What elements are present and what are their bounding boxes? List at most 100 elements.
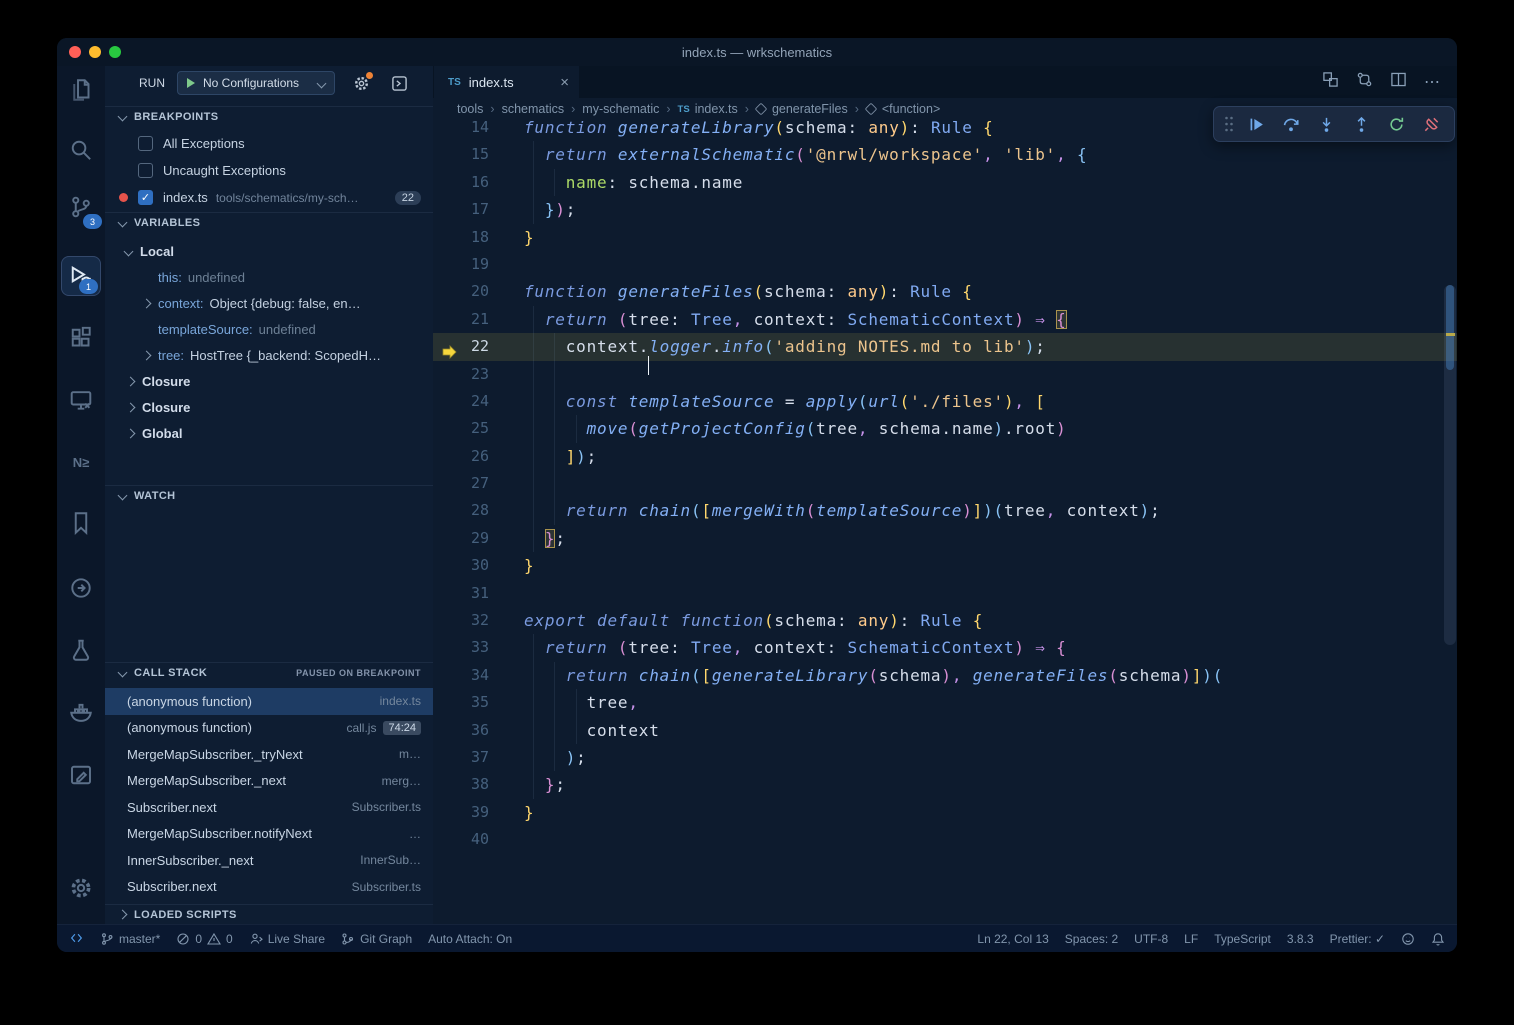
- split-editor-icon[interactable]: [1390, 71, 1407, 93]
- nx-console-icon[interactable]: N≥: [57, 438, 105, 486]
- variable-row[interactable]: this:undefined: [105, 264, 433, 290]
- variable-row[interactable]: context:Object {debug: false, en…: [105, 290, 433, 316]
- bookmarks-icon[interactable]: [57, 499, 105, 547]
- cursor-position-status[interactable]: Ln 22, Col 13: [977, 932, 1048, 946]
- start-debug-icon[interactable]: [187, 78, 195, 88]
- close-window-button[interactable]: [69, 46, 81, 58]
- call-stack-frame[interactable]: Subscriber.nextSubscriber.ts: [105, 874, 433, 901]
- test-beaker-icon[interactable]: [57, 626, 105, 674]
- language-mode-status[interactable]: TypeScript: [1214, 932, 1271, 946]
- code-line[interactable]: 33 return (tree: Tree, context: Schemati…: [433, 634, 1457, 661]
- code-line[interactable]: 19: [433, 251, 1457, 278]
- loaded-scripts-section-header[interactable]: LOADED SCRIPTS: [105, 904, 433, 924]
- remote-indicator[interactable]: [69, 931, 84, 946]
- toolbar-drag-handle[interactable]: [1221, 109, 1237, 139]
- breadcrumb-item-tools[interactable]: tools: [457, 102, 483, 116]
- step-out-button[interactable]: [1345, 109, 1377, 139]
- code-line[interactable]: 23: [433, 361, 1457, 388]
- explorer-icon[interactable]: [57, 66, 105, 114]
- variable-row[interactable]: tree:HostTree {_backend: ScopedH…: [105, 342, 433, 368]
- minimize-window-button[interactable]: [89, 46, 101, 58]
- breakpoint-row[interactable]: Uncaught Exceptions: [105, 157, 433, 184]
- call-stack-section-header[interactable]: CALL STACK PAUSED ON BREAKPOINT: [105, 662, 433, 682]
- breakpoint-row[interactable]: All Exceptions: [105, 130, 433, 157]
- code-line[interactable]: 40: [433, 826, 1457, 853]
- git-branch-status[interactable]: master*: [100, 932, 160, 946]
- breakpoints-section-header[interactable]: BREAKPOINTS: [105, 106, 433, 126]
- code-line[interactable]: 34 return chain([generateLibrary(schema)…: [433, 662, 1457, 689]
- remote-explorer-icon[interactable]: [57, 376, 105, 424]
- breakpoint-checkbox[interactable]: [138, 136, 153, 151]
- source-control-icon[interactable]: 3: [57, 183, 105, 231]
- eol-status[interactable]: LF: [1184, 932, 1198, 946]
- watch-section-header[interactable]: WATCH: [105, 485, 433, 505]
- breakpoint-checkbox[interactable]: ✓: [138, 190, 153, 205]
- call-stack-frame[interactable]: InnerSubscriber._nextInnerSub…: [105, 847, 433, 874]
- code-line[interactable]: 32export default function(schema: any): …: [433, 607, 1457, 634]
- scope-row[interactable]: Global: [105, 420, 433, 446]
- code-line[interactable]: 36 context: [433, 717, 1457, 744]
- breadcrumb-item-my-schematic[interactable]: my-schematic: [582, 102, 659, 116]
- code-line[interactable]: 25 move(getProjectConfig(tree, schema.na…: [433, 415, 1457, 442]
- call-stack-frame[interactable]: MergeMapSubscriber._nextmerg…: [105, 768, 433, 795]
- call-stack-frame[interactable]: Subscriber.nextSubscriber.ts: [105, 794, 433, 821]
- ts-version-status[interactable]: 3.8.3: [1287, 932, 1314, 946]
- code-line[interactable]: 26 ]);: [433, 443, 1457, 470]
- scope-row[interactable]: Closure: [105, 368, 433, 394]
- code-line[interactable]: 37 );: [433, 744, 1457, 771]
- encoding-status[interactable]: UTF-8: [1134, 932, 1168, 946]
- code-line[interactable]: 21 return (tree: Tree, context: Schemati…: [433, 306, 1457, 333]
- call-stack-frame[interactable]: MergeMapSubscriber._tryNextm…: [105, 741, 433, 768]
- step-over-button[interactable]: [1275, 109, 1307, 139]
- code-line[interactable]: 35 tree,: [433, 689, 1457, 716]
- code-line[interactable]: 27: [433, 470, 1457, 497]
- step-into-button[interactable]: [1310, 109, 1342, 139]
- code-line[interactable]: 17 });: [433, 196, 1457, 223]
- continue-button[interactable]: [1240, 109, 1272, 139]
- breadcrumb-item-schematics[interactable]: schematics: [502, 102, 565, 116]
- code-line[interactable]: 18}: [433, 224, 1457, 251]
- breadcrumb-item-function[interactable]: <function>: [866, 102, 940, 116]
- code-line[interactable]: 31: [433, 580, 1457, 607]
- zoom-window-button[interactable]: [109, 46, 121, 58]
- code-line[interactable]: 39}: [433, 799, 1457, 826]
- restart-button[interactable]: [1380, 109, 1412, 139]
- edit-tools-icon[interactable]: [57, 751, 105, 799]
- close-tab-icon[interactable]: ×: [560, 75, 569, 90]
- diff-icon[interactable]: [1322, 71, 1339, 93]
- breadcrumb-item-file[interactable]: TSindex.ts: [678, 102, 738, 116]
- code-line[interactable]: 24 const templateSource = apply(url('./f…: [433, 388, 1457, 415]
- breakpoint-checkbox[interactable]: [138, 163, 153, 178]
- editor-scrollbar[interactable]: [1443, 120, 1457, 924]
- git-compare-icon[interactable]: [1356, 71, 1373, 93]
- code-editor[interactable]: 14function generateLibrary(schema: any):…: [433, 120, 1457, 924]
- auto-attach-status[interactable]: Auto Attach: On: [428, 932, 512, 946]
- code-line[interactable]: 20function generateFiles(schema: any): R…: [433, 278, 1457, 305]
- code-line[interactable]: 30}: [433, 552, 1457, 579]
- code-line[interactable]: 22 context.logger.info('adding NOTES.md …: [433, 333, 1457, 360]
- settings-gear-icon[interactable]: [57, 864, 105, 912]
- call-stack-frame[interactable]: (anonymous function)call.js74:24: [105, 715, 433, 742]
- debug-console-icon[interactable]: [391, 75, 408, 95]
- call-stack-frame[interactable]: (anonymous function)index.ts: [105, 688, 433, 715]
- scope-local-row[interactable]: Local: [105, 238, 433, 264]
- launch-config-dropdown[interactable]: No Configurations: [177, 71, 335, 95]
- variable-row[interactable]: templateSource:undefined: [105, 316, 433, 342]
- live-share-status[interactable]: Live Share: [249, 932, 325, 946]
- code-line[interactable]: 16 name: schema.name: [433, 169, 1457, 196]
- feedback-icon[interactable]: [1401, 932, 1415, 946]
- configure-gear-icon[interactable]: [353, 75, 370, 95]
- search-icon[interactable]: [57, 126, 105, 174]
- git-graph-status[interactable]: Git Graph: [341, 932, 412, 946]
- call-stack-frame[interactable]: MergeMapSubscriber.notifyNext…: [105, 821, 433, 848]
- breadcrumb-item-symbol[interactable]: generateFiles: [756, 102, 848, 116]
- code-line[interactable]: 15 return externalSchematic('@nrwl/works…: [433, 141, 1457, 168]
- code-line[interactable]: 29 };: [433, 525, 1457, 552]
- code-line[interactable]: 28 return chain([mergeWith(templateSourc…: [433, 497, 1457, 524]
- indentation-status[interactable]: Spaces: 2: [1065, 932, 1118, 946]
- problems-status[interactable]: 0 0: [176, 932, 232, 946]
- code-line[interactable]: 38 };: [433, 771, 1457, 798]
- more-actions-icon[interactable]: ⋯: [1424, 72, 1441, 92]
- extensions-icon[interactable]: [57, 314, 105, 362]
- run-debug-icon[interactable]: 1: [61, 256, 101, 296]
